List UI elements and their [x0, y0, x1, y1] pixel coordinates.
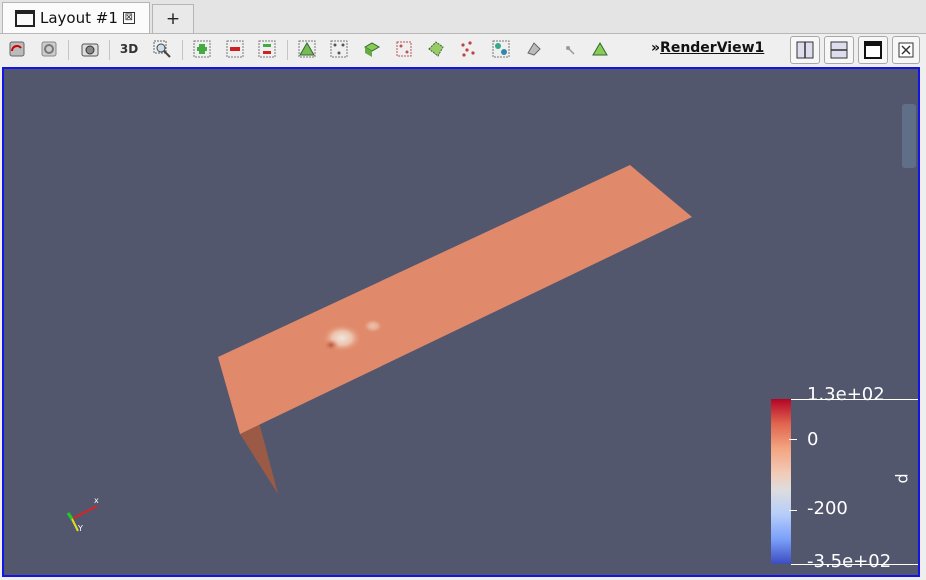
legend-title: p [894, 473, 914, 484]
interactive-select-points-icon[interactable] [523, 38, 545, 60]
split-horizontal-icon [796, 41, 814, 59]
select-cells-polygon-icon[interactable] [425, 38, 447, 60]
zoom-to-box-icon[interactable] [151, 38, 173, 60]
close-tab-icon[interactable]: ⊠ [122, 12, 135, 24]
split-horizontal-button[interactable] [790, 36, 820, 64]
reset-camera-icon[interactable] [6, 38, 28, 60]
svg-text:Y: Y [77, 524, 83, 533]
orientation-axes: x Y [66, 496, 99, 533]
view-name-label: RenderView1 [660, 40, 765, 56]
close-icon [898, 42, 914, 58]
subtract-selection-icon[interactable] [224, 38, 246, 60]
tab-label: Layout #1 [40, 9, 118, 27]
overflow-icon[interactable]: » [651, 40, 660, 56]
legend-min-label: -3.5e+02 [807, 551, 892, 572]
window-icon [15, 9, 35, 27]
pressure-surface [218, 165, 692, 434]
legend-max-label: 1.3e+02 [807, 384, 885, 405]
select-points-through-icon[interactable] [393, 38, 415, 60]
select-points-polygon-icon[interactable] [457, 38, 479, 60]
close-view-button[interactable] [892, 36, 920, 64]
capture-screenshot-icon[interactable] [79, 38, 101, 60]
render-view-name[interactable]: »RenderView1 [651, 40, 764, 56]
render-view[interactable]: x Y 1.3e+02 0 -200 -3.5e+02 p [2, 67, 920, 577]
split-vertical-button[interactable] [824, 36, 854, 64]
zoom-to-data-icon[interactable] [38, 38, 60, 60]
select-points-on-icon[interactable] [328, 38, 350, 60]
interactive-select-cells-icon[interactable] [490, 38, 512, 60]
3d-toggle-button[interactable]: 3D [118, 38, 140, 60]
select-cells-on-icon[interactable] [296, 38, 318, 60]
hover-points-icon[interactable] [558, 38, 580, 60]
color-legend-bar [771, 399, 791, 564]
split-vertical-icon [830, 41, 848, 59]
render-view-toolbar: 3D »RenderView1 [0, 34, 926, 66]
panel-dock-handle[interactable] [902, 104, 916, 168]
add-tab-button[interactable]: + [152, 4, 194, 33]
legend-label: 0 [807, 429, 819, 450]
tab-bar: Layout #1 ⊠ + [0, 0, 926, 34]
maximize-button[interactable] [858, 36, 888, 64]
legend-label: -200 [807, 498, 848, 519]
toggle-selection-icon[interactable] [256, 38, 278, 60]
hover-cells-icon[interactable] [589, 38, 611, 60]
3d-label: 3D [119, 42, 139, 56]
select-cells-through-icon[interactable] [361, 38, 383, 60]
add-selection-icon[interactable] [191, 38, 213, 60]
maximize-icon [864, 41, 882, 59]
legend-tick [789, 439, 797, 440]
svg-text:x: x [94, 496, 99, 505]
tab-layout-1[interactable]: Layout #1 ⊠ [2, 2, 150, 33]
legend-tick [789, 510, 797, 511]
